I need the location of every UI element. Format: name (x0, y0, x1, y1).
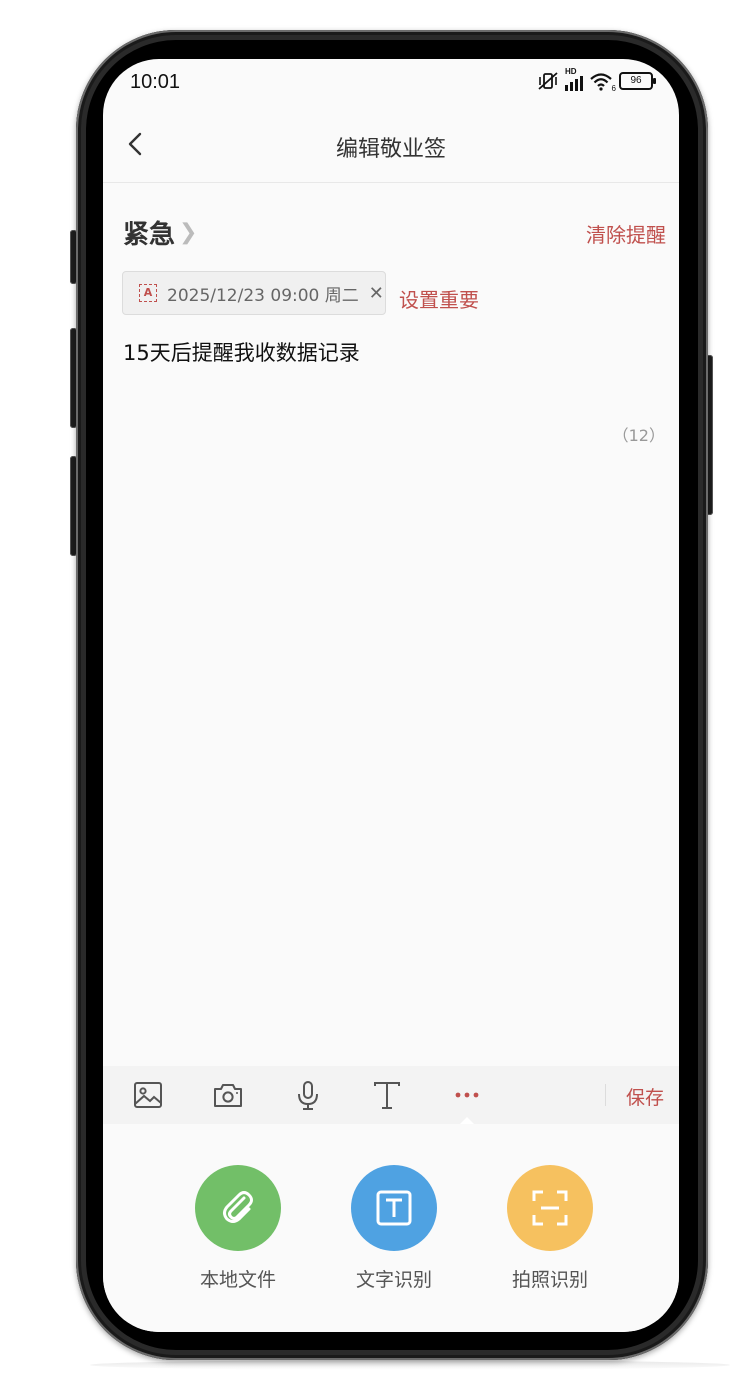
category-label: 紧急 (123, 220, 176, 250)
text-format-icon[interactable] (370, 1078, 404, 1112)
alarm-date-icon: A (139, 284, 157, 302)
camera-icon[interactable] (211, 1078, 245, 1112)
editor-toolbar: 保存 (103, 1066, 679, 1124)
wifi-icon: 6 (589, 71, 616, 93)
status-bar: 10:01 HD 6 96 (103, 59, 679, 109)
microphone-icon[interactable] (291, 1078, 325, 1112)
vibrate-off-icon (538, 72, 558, 90)
chevron-right-icon: ❯ (179, 220, 198, 245)
character-count: （12） (612, 426, 665, 445)
status-icons: HD 6 96 (537, 67, 656, 93)
more-actions-panel: 本地文件 文字识别 拍照识别 (103, 1124, 679, 1332)
more-icon[interactable] (450, 1078, 484, 1112)
close-icon[interactable]: ✕ (369, 283, 384, 304)
battery-icon: 96 (619, 72, 656, 90)
reminder-chip[interactable]: A 2025/12/23 09:00 周二 ✕ (122, 271, 386, 315)
nav-bar: 编辑敬业签 (103, 109, 679, 183)
set-important-button[interactable]: 设置重要 (399, 284, 479, 313)
note-content-field[interactable]: 15天后提醒我收数据记录 (123, 337, 360, 367)
local-file-circle (195, 1165, 281, 1251)
local-file-label: 本地文件 (199, 1269, 276, 1291)
more-panel-pointer (460, 1117, 474, 1124)
save-button[interactable]: 保存 (626, 1083, 664, 1110)
phone-floor-shadow (90, 1360, 730, 1370)
status-time: 10:01 (130, 71, 181, 93)
text-recognition-icon (376, 1190, 412, 1226)
network-type-label: HD (565, 67, 577, 76)
scan-icon (532, 1190, 568, 1226)
text-recognition-button[interactable]: 文字识别 (339, 1165, 449, 1292)
reminder-datetime: 2025/12/23 09:00 周二 (167, 285, 359, 306)
category-selector[interactable]: 紧急 ❯ (123, 214, 197, 251)
clear-reminder-button[interactable]: 清除提醒 (586, 219, 666, 248)
page-title: 编辑敬业签 (335, 137, 446, 162)
phone-screen: 10:01 HD 6 96 编辑敬业签 紧急 ❯ 清除提醒 A 2025/12/… (103, 59, 679, 1332)
paperclip-icon (223, 1191, 253, 1223)
image-icon[interactable] (131, 1078, 165, 1112)
text-recognition-circle (351, 1165, 437, 1251)
photo-recognition-label: 拍照识别 (511, 1269, 588, 1291)
photo-recognition-button[interactable]: 拍照识别 (495, 1165, 605, 1292)
toolbar-divider (605, 1084, 606, 1106)
local-file-button[interactable]: 本地文件 (183, 1165, 293, 1292)
wifi-standard-label: 6 (611, 84, 616, 93)
signal-icon: HD (565, 67, 583, 91)
text-recognition-label: 文字识别 (355, 1269, 432, 1291)
photo-recognition-circle (507, 1165, 593, 1251)
